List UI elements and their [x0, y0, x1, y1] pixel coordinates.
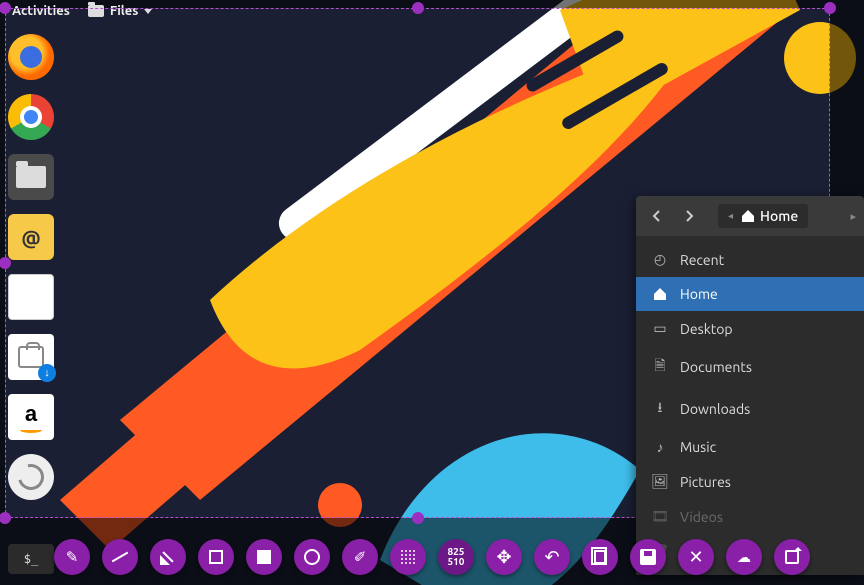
path-bar-home[interactable]: ◂ Home [718, 204, 808, 228]
tool-rectangle[interactable] [198, 539, 234, 575]
desktop-icon: ▭ [652, 320, 668, 337]
caret-left-icon: ◂ [728, 210, 733, 222]
resize-handle[interactable] [412, 512, 424, 524]
selection-size-indicator: 825510 [438, 539, 474, 575]
place-recent[interactable]: ◴ Recent [636, 242, 864, 277]
tool-undo[interactable]: ↶ [534, 539, 570, 575]
tool-arrow[interactable] [150, 539, 186, 575]
files-header: ◂ Home ▸ [636, 196, 864, 236]
place-home[interactable]: Home [636, 277, 864, 311]
nav-forward-button[interactable] [674, 202, 704, 230]
resize-handle[interactable] [824, 2, 836, 14]
place-music[interactable]: ♪ Music [636, 430, 864, 464]
path-bar-label: Home [760, 208, 798, 224]
arrow-left-icon [649, 208, 665, 224]
place-documents[interactable]: 🗎 Documents [636, 346, 864, 388]
place-desktop[interactable]: ▭ Desktop [636, 311, 864, 346]
download-icon: ⭳ [652, 397, 668, 421]
screenshot-toolbar: ✎ ✐ 825510 ✥ ↶ ✕ ☁ [0, 539, 864, 575]
document-icon: 🗎 [652, 355, 668, 379]
tool-copy[interactable] [582, 539, 618, 575]
resize-handle[interactable] [412, 2, 424, 14]
tool-close[interactable]: ✕ [678, 539, 714, 575]
arrow-right-icon [681, 208, 697, 224]
desktop-root: Activities Files @ ↓ a $_ 201 1( 822 b t… [0, 0, 864, 585]
caret-right-icon[interactable]: ▸ [850, 210, 856, 223]
clock-icon: ◴ [652, 251, 668, 268]
tool-open[interactable] [774, 539, 810, 575]
nav-back-button[interactable] [642, 202, 672, 230]
tool-line[interactable] [102, 539, 138, 575]
place-videos[interactable]: 🎞 Videos [636, 499, 864, 534]
tool-marker[interactable]: ✐ [342, 539, 378, 575]
home-icon [652, 286, 668, 302]
video-icon: 🎞 [652, 508, 668, 525]
place-downloads[interactable]: ⭳ Downloads [636, 388, 864, 430]
tool-circle[interactable] [294, 539, 330, 575]
picture-icon: 🖼 [652, 473, 668, 490]
tool-move[interactable]: ✥ [486, 539, 522, 575]
tool-save[interactable] [630, 539, 666, 575]
music-icon: ♪ [652, 439, 668, 455]
tool-pencil[interactable]: ✎ [54, 539, 90, 575]
files-places-list: ◴ Recent Home ▭ Desktop 🗎 Documents ⭳ Do… [636, 236, 864, 575]
home-icon [740, 208, 756, 224]
tool-upload[interactable]: ☁ [726, 539, 762, 575]
files-window: ◂ Home ▸ ◴ Recent Home ▭ Desktop [636, 196, 864, 575]
tool-blur[interactable] [390, 539, 426, 575]
place-pictures[interactable]: 🖼 Pictures [636, 464, 864, 499]
tool-filled-rectangle[interactable] [246, 539, 282, 575]
